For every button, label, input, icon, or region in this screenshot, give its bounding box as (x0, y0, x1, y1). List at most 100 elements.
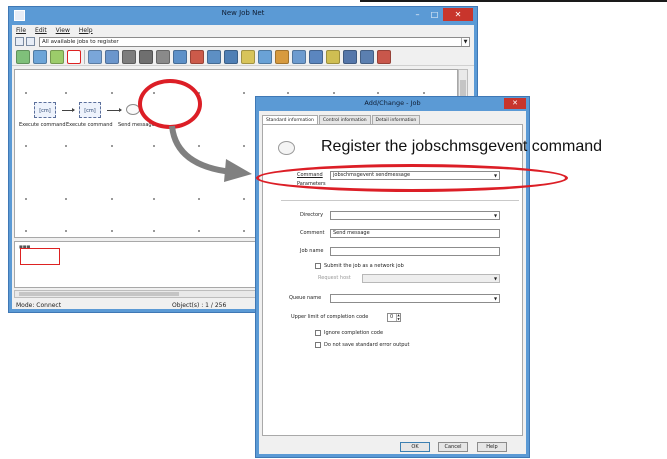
highlight-ellipse (256, 164, 568, 192)
chevron-down-icon[interactable]: ▼ (492, 295, 499, 302)
queue-name-combo[interactable]: ▼ (330, 294, 500, 303)
grid-dot (65, 230, 67, 232)
file-icon[interactable] (105, 50, 119, 64)
chevron-down-icon[interactable]: ▼ (492, 275, 499, 282)
cancel-button[interactable]: Cancel (438, 442, 468, 452)
menu-help[interactable]: Help (79, 27, 93, 34)
submit-network-checkbox[interactable] (315, 263, 321, 269)
minimize-icon[interactable]: – (409, 8, 426, 21)
grid-dot (65, 92, 67, 94)
job-toolbar (12, 49, 474, 66)
status-object-count: Object(s) : 1 / 256 (172, 302, 227, 309)
database-icon[interactable] (207, 50, 221, 64)
stop-icon[interactable] (377, 50, 391, 64)
grid-dot (111, 145, 113, 147)
host-icon[interactable] (343, 50, 357, 64)
queue-name-label: Queue name (289, 295, 322, 301)
flag-icon[interactable] (326, 50, 340, 64)
ignore-completion-label: Ignore completion code (324, 330, 384, 336)
do-not-save-label: Do not save standard error output (324, 342, 410, 348)
hourglass-icon[interactable] (275, 50, 289, 64)
grid-dot (25, 145, 27, 147)
menu-bar: File Edit View Help (12, 25, 474, 35)
jobnet-titlebar[interactable]: New Job Net – □ ✕ (9, 7, 477, 25)
annotation-title: Register the jobschmsgevent command (321, 138, 603, 155)
overview-viewport[interactable] (20, 248, 60, 265)
grid-dot (65, 198, 67, 200)
mail-icon[interactable] (190, 50, 204, 64)
upper-limit-stepper[interactable]: 0 ▲ ▼ (387, 313, 401, 322)
node-label: Execute command (66, 122, 113, 128)
execute-command-icon[interactable] (50, 50, 64, 64)
job-type-select-value: All available jobs to register (42, 39, 119, 45)
connect-icon[interactable] (33, 50, 47, 64)
submit-network-label: Submit the job as a network job (324, 263, 404, 269)
send-message-icon (278, 141, 295, 155)
menu-edit[interactable]: Edit (35, 27, 47, 34)
network-icon[interactable] (173, 50, 187, 64)
job-type-select[interactable]: All available jobs to register ▼ (39, 37, 470, 47)
clock-icon[interactable] (258, 50, 272, 64)
chevron-down-icon[interactable]: ▼ (492, 212, 499, 219)
folder-icon[interactable] (241, 50, 255, 64)
transfer-icon[interactable] (224, 50, 238, 64)
request-host-combo[interactable]: ▼ (362, 274, 500, 283)
dialog-title: Add/Change - Job (364, 99, 421, 107)
grid-dot (111, 198, 113, 200)
comment-input[interactable]: Send message (330, 229, 500, 238)
help-button[interactable]: Help (477, 442, 507, 452)
maximize-icon[interactable]: □ (426, 8, 443, 21)
spin-arrows-icon[interactable]: ▲ ▼ (396, 313, 400, 321)
grid-dot (111, 92, 113, 94)
menu-file[interactable]: File (16, 27, 26, 34)
send-message-icon[interactable] (67, 50, 81, 64)
terminal-icon[interactable] (360, 50, 374, 64)
job-name-label: Job name (300, 248, 324, 254)
grid-dot (287, 92, 289, 94)
ignore-completion-checkbox[interactable] (315, 330, 321, 336)
grid-dot (423, 92, 425, 94)
grid-dot (243, 230, 245, 232)
upper-limit-label: Upper limit of completion code (291, 314, 369, 320)
edit-pencil-icon[interactable] (16, 50, 30, 64)
refresh-icon[interactable] (15, 37, 24, 46)
gear-icon[interactable] (139, 50, 153, 64)
jobnet-window-title: New Job Net (221, 9, 265, 17)
directory-combo[interactable]: ▼ (330, 211, 500, 220)
ok-button[interactable]: OK (400, 442, 430, 452)
calendar-icon[interactable] (292, 50, 306, 64)
grid-dot (198, 198, 200, 200)
grid-dot (153, 198, 155, 200)
gear-icon[interactable] (156, 50, 170, 64)
do-not-save-checkbox[interactable] (315, 342, 321, 348)
top-divider-line (360, 0, 667, 2)
grid-dot (153, 145, 155, 147)
monitor-icon[interactable] (88, 50, 102, 64)
callout-arrow (169, 125, 252, 182)
grid-dot (65, 145, 67, 147)
connection-arrow (107, 108, 122, 112)
chevron-down-icon[interactable]: ▼ (461, 38, 469, 46)
close-icon[interactable]: ✕ (504, 98, 526, 109)
job-name-input[interactable] (330, 247, 500, 256)
dialog-client-area: Standard information Control information… (259, 111, 526, 454)
grid-dot (153, 230, 155, 232)
grid-dot (25, 198, 27, 200)
gear-icon[interactable] (122, 50, 136, 64)
comment-label: Comment (300, 230, 325, 236)
job-list-icon[interactable] (26, 37, 35, 46)
execute-command-node-1[interactable]: [cm] (34, 102, 56, 118)
close-icon[interactable]: ✕ (443, 8, 473, 21)
directory-label: Directory (300, 212, 324, 218)
grid-dot (25, 230, 27, 232)
menu-view[interactable]: View (56, 27, 70, 34)
dialog-titlebar[interactable]: Add/Change - Job ✕ (256, 97, 529, 111)
node-label: Execute command (19, 122, 66, 128)
grid-dot (243, 198, 245, 200)
grid-dot (111, 230, 113, 232)
execute-command-node-2[interactable]: [cm] (79, 102, 101, 118)
grid-dot (198, 230, 200, 232)
grid-dot (377, 92, 379, 94)
list-icon[interactable] (309, 50, 323, 64)
request-host-label: Request host (318, 275, 351, 281)
